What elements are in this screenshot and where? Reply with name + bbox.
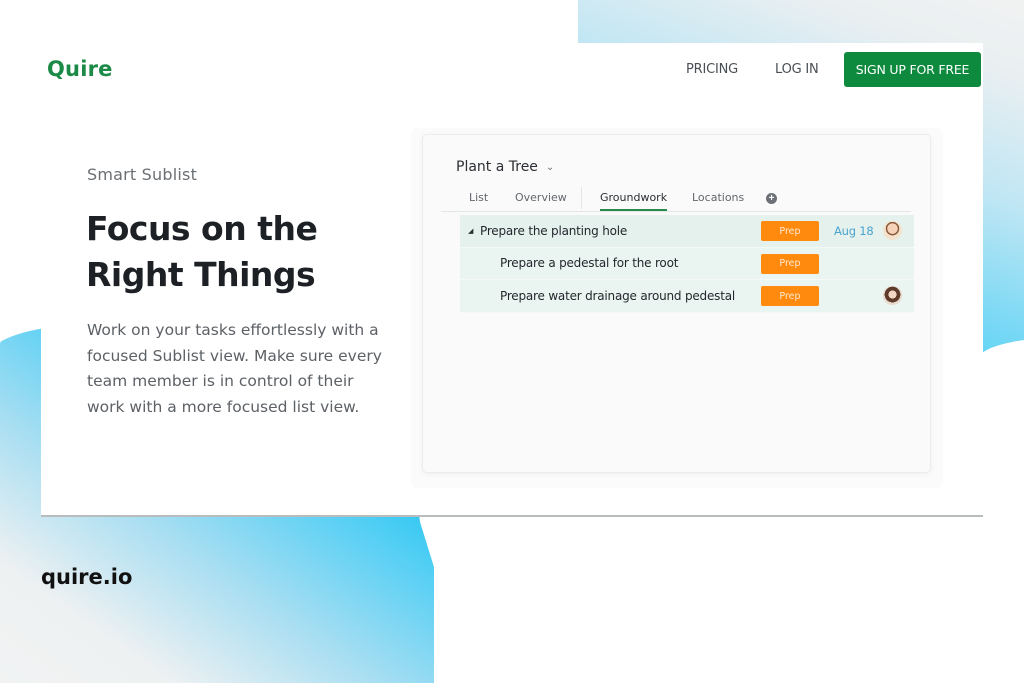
hero-headline: Focus on the Right Things — [86, 209, 318, 294]
signup-button[interactable]: SIGN UP FOR FREE — [844, 52, 981, 87]
task-row[interactable]: Prepare a pedestal for the root Prep — [460, 247, 914, 280]
view-tabs: List Overview Groundwork Locations + — [441, 185, 911, 212]
tab-groundwork[interactable]: Groundwork — [600, 191, 668, 211]
tag-badge[interactable]: Prep — [761, 253, 819, 274]
tab-list[interactable]: List — [469, 191, 488, 211]
tab-overview[interactable]: Overview — [515, 191, 567, 211]
nav-pricing-link[interactable]: PRICING — [686, 62, 738, 77]
chevron-down-icon[interactable]: ⌄ — [546, 162, 554, 173]
task-name[interactable]: Prepare a pedestal for the root — [500, 256, 678, 270]
task-name[interactable]: Prepare the planting hole — [480, 224, 627, 238]
tab-locations[interactable]: Locations — [692, 191, 744, 211]
task-row[interactable]: ◢ Prepare the planting hole Prep Aug 18 — [460, 215, 914, 248]
project-title: Plant a Tree — [456, 159, 538, 175]
tag-badge[interactable]: Prep — [761, 286, 819, 306]
site-domain-label: quire.io — [41, 565, 133, 589]
task-list: ◢ Prepare the planting hole Prep Aug 18 … — [460, 215, 914, 313]
tab-divider — [581, 187, 582, 209]
project-selector[interactable]: Plant a Tree ⌄ — [456, 159, 554, 175]
app-preview-card: Plant a Tree ⌄ List Overview Groundwork … — [422, 134, 931, 473]
assignee-avatar[interactable] — [883, 221, 902, 240]
assignee-avatar[interactable] — [883, 286, 902, 305]
task-row[interactable]: Prepare water drainage around pedestal P… — [460, 280, 914, 313]
quire-logo[interactable]: Quire — [47, 57, 113, 81]
feature-eyebrow: Smart Sublist — [87, 165, 198, 184]
plus-circle-icon[interactable]: + — [766, 193, 777, 204]
tag-badge[interactable]: Prep — [761, 221, 819, 241]
nav-login-link[interactable]: LOG IN — [775, 62, 819, 77]
website-screenshot-panel: Quire PRICING LOG IN SIGN UP FOR FREE Sm… — [41, 43, 983, 517]
due-date[interactable]: Aug 18 — [834, 224, 874, 238]
collapse-caret-icon[interactable]: ◢ — [468, 227, 473, 235]
task-name[interactable]: Prepare water drainage around pedestal — [500, 289, 735, 303]
hero-description: Work on your tasks effortlessly with a f… — [87, 321, 382, 417]
